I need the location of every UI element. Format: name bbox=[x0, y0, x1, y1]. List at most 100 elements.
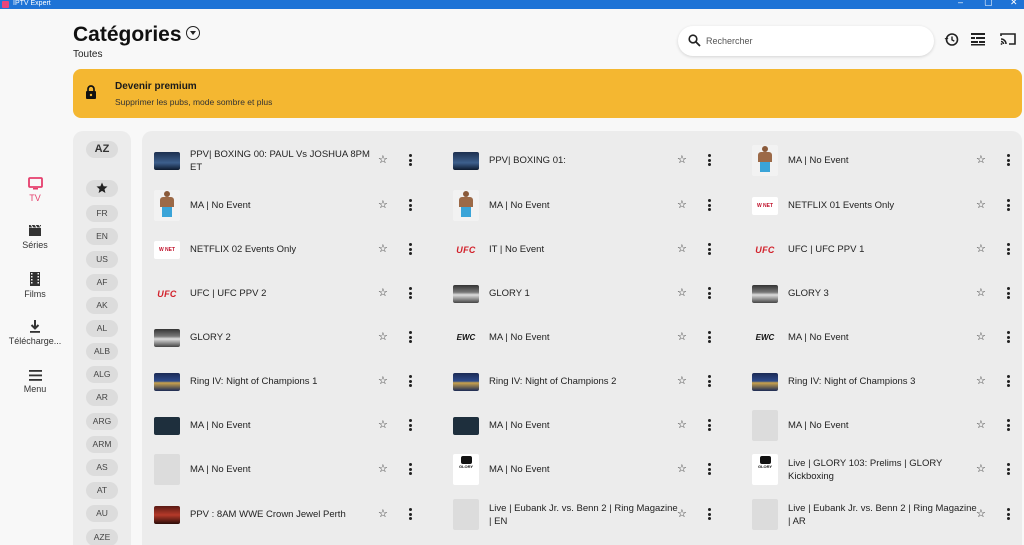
category-item[interactable]: GLORY 1 ☆ bbox=[453, 274, 723, 314]
category-item[interactable]: PPV| BOXING 00: PAUL Vs JOSHUA 8PM ET ☆ bbox=[154, 141, 424, 181]
category-item[interactable]: EWC MA | No Event ☆ bbox=[453, 318, 723, 358]
region-filter-chip[interactable]: US bbox=[86, 251, 118, 268]
favorite-star-icon[interactable]: ☆ bbox=[378, 507, 388, 520]
category-item[interactable]: MA | No Event ☆ bbox=[453, 186, 723, 226]
more-options-icon[interactable] bbox=[1004, 287, 1012, 301]
category-item[interactable]: UFC UFC | UFC PPV 2 ☆ bbox=[154, 274, 424, 314]
favorite-star-icon[interactable]: ☆ bbox=[378, 286, 388, 299]
more-options-icon[interactable] bbox=[1004, 375, 1012, 389]
region-filter-chip[interactable]: AT bbox=[86, 482, 118, 499]
category-item[interactable]: MA | No Event ☆ bbox=[453, 406, 723, 446]
category-item[interactable]: Live | Eubank Jr. vs. Benn 2 | Ring Maga… bbox=[752, 495, 1022, 535]
more-options-icon[interactable] bbox=[406, 508, 414, 522]
favorite-star-icon[interactable]: ☆ bbox=[378, 418, 388, 431]
favorite-star-icon[interactable]: ☆ bbox=[976, 242, 986, 255]
history-icon[interactable] bbox=[944, 32, 959, 47]
chevron-down-icon[interactable] bbox=[186, 26, 200, 40]
more-options-icon[interactable] bbox=[705, 287, 713, 301]
more-options-icon[interactable] bbox=[406, 419, 414, 433]
category-item[interactable]: MA | No Event ☆ bbox=[154, 186, 424, 226]
favorite-star-icon[interactable]: ☆ bbox=[677, 242, 687, 255]
region-filter-chip[interactable]: FR bbox=[86, 205, 118, 222]
favorite-star-icon[interactable]: ☆ bbox=[976, 286, 986, 299]
region-filter-chip[interactable]: AL bbox=[86, 320, 118, 337]
more-options-icon[interactable] bbox=[406, 154, 414, 168]
more-options-icon[interactable] bbox=[406, 463, 414, 477]
category-item[interactable]: MA | No Event ☆ bbox=[752, 406, 1022, 446]
maximize-icon[interactable]: ▢ bbox=[984, 0, 993, 7]
favorite-star-icon[interactable]: ☆ bbox=[677, 198, 687, 211]
region-filter-chip[interactable]: ALG bbox=[86, 366, 118, 383]
category-item[interactable]: GLORY 2 ☆ bbox=[154, 318, 424, 358]
category-item[interactable]: GLORY Live | GLORY 103: Prelims | GLORY K… bbox=[752, 450, 1022, 490]
more-options-icon[interactable] bbox=[705, 375, 713, 389]
favorite-star-icon[interactable]: ☆ bbox=[677, 418, 687, 431]
category-item[interactable]: W NET NETFLIX 01 Events Only ☆ bbox=[752, 186, 1022, 226]
nav-item-downloads[interactable]: Télécharge... bbox=[0, 320, 70, 346]
category-item[interactable]: PPV : 8AM WWE Crown Jewel Perth ☆ bbox=[154, 495, 424, 535]
favorite-star-icon[interactable]: ☆ bbox=[378, 330, 388, 343]
more-options-icon[interactable] bbox=[705, 243, 713, 257]
region-filter-chip[interactable]: AZE bbox=[86, 529, 118, 545]
sort-az-button[interactable]: AZ bbox=[86, 141, 118, 158]
favorite-star-icon[interactable]: ☆ bbox=[677, 153, 687, 166]
category-item[interactable]: W NET NETFLIX 02 Events Only ☆ bbox=[154, 230, 424, 270]
nav-item-films[interactable]: Films bbox=[0, 272, 70, 299]
more-options-icon[interactable] bbox=[406, 199, 414, 213]
favorite-star-icon[interactable]: ☆ bbox=[677, 330, 687, 343]
more-options-icon[interactable] bbox=[1004, 199, 1012, 213]
minimize-icon[interactable]: – bbox=[958, 0, 963, 7]
more-options-icon[interactable] bbox=[705, 199, 713, 213]
category-item[interactable]: MA | No Event ☆ bbox=[154, 450, 424, 490]
category-item[interactable]: Ring IV: Night of Champions 2 ☆ bbox=[453, 362, 723, 402]
more-options-icon[interactable] bbox=[406, 375, 414, 389]
favorite-star-icon[interactable]: ☆ bbox=[976, 507, 986, 520]
region-filter-chip[interactable]: AR bbox=[86, 389, 118, 406]
more-options-icon[interactable] bbox=[406, 287, 414, 301]
region-filter-chip[interactable]: ARM bbox=[86, 436, 118, 453]
region-filter-chip[interactable]: ARG bbox=[86, 413, 118, 430]
more-options-icon[interactable] bbox=[1004, 243, 1012, 257]
cast-icon[interactable] bbox=[1000, 32, 1016, 46]
favorite-star-icon[interactable]: ☆ bbox=[976, 198, 986, 211]
search-input[interactable] bbox=[706, 33, 916, 49]
epg-guide-icon[interactable] bbox=[970, 32, 986, 46]
more-options-icon[interactable] bbox=[705, 331, 713, 345]
region-filter-chip[interactable]: EN bbox=[86, 228, 118, 245]
more-options-icon[interactable] bbox=[705, 463, 713, 477]
nav-item-series[interactable]: Séries bbox=[0, 224, 70, 250]
category-item[interactable]: MA | No Event ☆ bbox=[154, 406, 424, 446]
category-item[interactable]: GLORY MA | No Event ☆ bbox=[453, 450, 723, 490]
more-options-icon[interactable] bbox=[705, 154, 713, 168]
search-box[interactable] bbox=[678, 26, 934, 56]
favorite-star-icon[interactable]: ☆ bbox=[677, 507, 687, 520]
category-item[interactable]: UFC UFC | UFC PPV 1 ☆ bbox=[752, 230, 1022, 270]
favorite-star-icon[interactable]: ☆ bbox=[378, 462, 388, 475]
region-filter-chip[interactable]: AK bbox=[86, 297, 118, 314]
category-item[interactable]: UFC IT | No Event ☆ bbox=[453, 230, 723, 270]
more-options-icon[interactable] bbox=[1004, 331, 1012, 345]
region-filter-chip[interactable]: AF bbox=[86, 274, 118, 291]
favorite-star-icon[interactable]: ☆ bbox=[677, 286, 687, 299]
favorite-star-icon[interactable]: ☆ bbox=[378, 198, 388, 211]
premium-banner[interactable]: Devenir premium Supprimer les pubs, mode… bbox=[73, 69, 1022, 118]
more-options-icon[interactable] bbox=[406, 243, 414, 257]
favorite-star-icon[interactable]: ☆ bbox=[976, 153, 986, 166]
more-options-icon[interactable] bbox=[1004, 154, 1012, 168]
more-options-icon[interactable] bbox=[406, 331, 414, 345]
more-options-icon[interactable] bbox=[1004, 419, 1012, 433]
favorite-star-icon[interactable]: ☆ bbox=[976, 374, 986, 387]
category-item[interactable]: Live | Eubank Jr. vs. Benn 2 | Ring Maga… bbox=[453, 495, 723, 535]
more-options-icon[interactable] bbox=[705, 508, 713, 522]
category-item[interactable]: EWC MA | No Event ☆ bbox=[752, 318, 1022, 358]
category-item[interactable]: Ring IV: Night of Champions 1 ☆ bbox=[154, 362, 424, 402]
favorite-star-icon[interactable]: ☆ bbox=[976, 330, 986, 343]
favorite-star-icon[interactable]: ☆ bbox=[378, 242, 388, 255]
favorite-star-icon[interactable]: ☆ bbox=[677, 374, 687, 387]
nav-item-menu[interactable]: Menu bbox=[0, 370, 70, 394]
favorite-star-icon[interactable]: ☆ bbox=[677, 462, 687, 475]
nav-item-tv[interactable]: TV bbox=[0, 177, 70, 203]
category-item[interactable]: MA | No Event ☆ bbox=[752, 141, 1022, 181]
favorite-star-icon[interactable]: ☆ bbox=[378, 374, 388, 387]
close-icon[interactable]: ✕ bbox=[1010, 0, 1018, 7]
